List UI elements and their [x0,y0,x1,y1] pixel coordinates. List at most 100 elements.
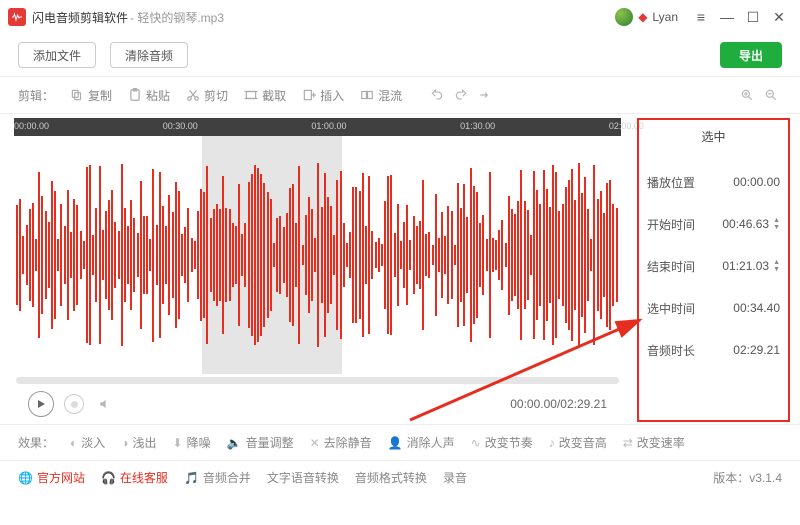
fx-icon: ✕ [310,436,320,450]
fx-icon: ◑ [121,436,128,450]
waveform[interactable] [14,136,621,374]
fx-label: 改变速率 [637,434,685,451]
tool-cut[interactable]: 剪切 [180,85,234,106]
volume-icon[interactable] [94,393,116,415]
tool-label: 剪切 [204,87,228,104]
menu-icon[interactable]: ≡ [688,4,714,30]
tool-label: 粘贴 [146,87,170,104]
fx-3[interactable]: 🔈 音量调整 [227,434,294,451]
side-value: 01:21.03 [722,259,769,273]
footer-link-5[interactable]: 录音 [443,469,467,486]
fx-4[interactable]: ✕ 去除静音 [310,434,372,451]
clear-audio-button[interactable]: 清除音频 [110,42,188,68]
insert-icon [302,88,316,102]
fx-label: 音量调整 [246,434,294,451]
footer-icon: 🎵 [184,471,199,485]
selection-panel: 选中 播放位置00:00.00开始时间00:46.63▲▼结束时间01:21.0… [637,118,790,422]
edit-toolbar: 剪辑： 复制 粘贴 剪切截取 插入 混流 [0,76,800,114]
forward-icon[interactable] [474,84,496,106]
fx-7[interactable]: ♪ 改变音高 [549,434,607,451]
side-value: 00:34.40 [733,301,780,315]
tool-mix[interactable]: 混流 [354,85,408,106]
fx-label: 降噪 [187,434,211,451]
app-title: 闪电音频剪辑软件 [32,9,128,26]
side-value: 02:29.21 [733,343,780,357]
fx-icon: 🔈 [227,436,242,450]
app-logo-icon [8,8,26,26]
fx-icon: ⇄ [623,436,633,450]
fx-icon: 👤 [388,436,403,450]
tool-label: 插入 [320,87,344,104]
footer-label: 文字语音转换 [267,469,339,486]
fx-icon: ⬇ [173,436,183,450]
tool-paste[interactable]: 粘贴 [122,85,176,106]
time-display: 00:00.00/02:29.21 [510,397,607,411]
footer-link-1[interactable]: 🎧在线客服 [101,469,168,486]
crop-icon [244,88,258,102]
spinner[interactable]: ▲▼ [773,217,780,231]
tool-label: 混流 [378,87,402,104]
maximize-button[interactable]: ☐ [740,4,766,30]
side-value: 00:00.00 [733,175,780,189]
ruler-tick: 00:30.00 [163,121,198,131]
ruler-tick: 00:00.00 [14,121,49,131]
close-button[interactable]: ✕ [766,4,792,30]
footer-link-2[interactable]: 🎵 音频合并 [184,469,251,486]
footer-label: 录音 [443,469,467,486]
tool-copy[interactable]: 复制 [64,85,118,106]
top-actions: 添加文件 清除音频 导出 [0,34,800,76]
cut-icon [186,88,200,102]
undo-icon[interactable] [426,84,448,106]
footer-label: 音频合并 [203,469,251,486]
spinner[interactable]: ▲▼ [773,259,780,273]
zoom-out-icon[interactable] [760,84,782,106]
footer-link-3[interactable]: 文字语音转换 [267,469,339,486]
side-label: 结束时间 [647,258,695,275]
fx-5[interactable]: 👤 消除人声 [388,434,455,451]
fx-1[interactable]: ◑浅出 [121,434,156,451]
fx-2[interactable]: ⬇ 降噪 [173,434,211,451]
paste-icon [128,88,142,102]
footer-icon: 🌐 [18,471,33,485]
footer-link-4[interactable]: 音频格式转换 [355,469,427,486]
export-button[interactable]: 导出 [720,42,782,68]
side-label: 选中时间 [647,300,695,317]
play-button[interactable] [28,391,54,417]
fx-8[interactable]: ⇄ 改变速率 [623,434,685,451]
ruler-tick: 01:00.00 [311,121,346,131]
titlebar: 闪电音频剪辑软件 - 轻快的钢琴.mp3 ◆ Lyan ≡ — ☐ ✕ [0,0,800,34]
fx-icon: ∿ [471,436,481,450]
redo-icon[interactable] [450,84,472,106]
file-name: - 轻快的钢琴.mp3 [130,9,224,26]
fx-label: 去除静音 [324,434,372,451]
fx-icon: ♪ [549,436,555,450]
edit-label: 剪辑： [18,87,54,104]
player-bar: 00:00.00/02:29.21 [14,386,621,422]
time-ruler: 00:00.0000:30.0001:00.0001:30.0002:00.00 [14,118,621,136]
fx-label: 改变节奏 [485,434,533,451]
effects-bar: 效果： ◐淡入◑浅出⬇降噪🔈音量调整✕去除静音👤消除人声∿改变节奏♪改变音高⇄改… [0,424,800,460]
zoom-in-icon[interactable] [736,84,758,106]
footer-link-0[interactable]: 🌐官方网站 [18,469,85,486]
fx-label: 消除人声 [407,434,455,451]
tool-crop[interactable]: 截取 [238,85,292,106]
side-value: 00:46.63 [722,217,769,231]
version-label: 版本：v3.1.4 [713,469,782,486]
side-label: 开始时间 [647,216,695,233]
fx-6[interactable]: ∿ 改变节奏 [471,434,533,451]
avatar[interactable] [615,8,633,26]
record-button[interactable] [64,394,84,414]
footer-label: 音频格式转换 [355,469,427,486]
add-file-button[interactable]: 添加文件 [18,42,96,68]
fx-label: 淡入 [81,434,105,451]
fx-label: 改变音高 [559,434,607,451]
fx-0[interactable]: ◐淡入 [70,434,105,451]
copy-icon [70,88,84,102]
footer-icon: 🎧 [101,471,116,485]
tool-insert[interactable]: 插入 [296,85,350,106]
h-scrollbar[interactable] [14,374,621,386]
ruler-tick: 01:30.00 [460,121,495,131]
side-label: 播放位置 [647,174,695,191]
side-row: 选中时间 00:34.40 [647,287,780,329]
minimize-button[interactable]: — [714,4,740,30]
